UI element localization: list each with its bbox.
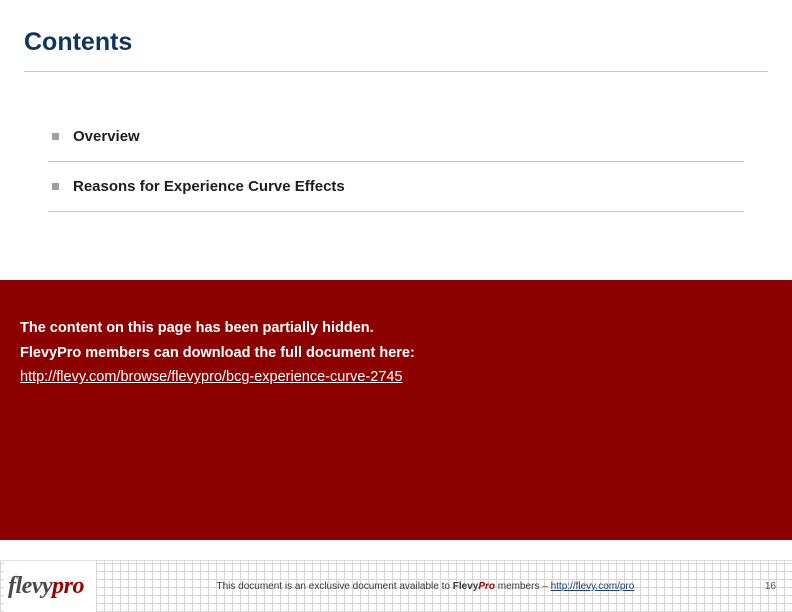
footer-mid-text: members – bbox=[495, 581, 551, 592]
footer-link[interactable]: http://flevy.com/pro bbox=[551, 581, 635, 592]
footer-bar: flevypro This document is an exclusive d… bbox=[0, 560, 792, 612]
hidden-text-line1: The content on this page has been partia… bbox=[20, 316, 772, 341]
list-item-label: Reasons for Experience Curve Effects bbox=[73, 178, 345, 195]
list-item: Reasons for Experience Curve Effects bbox=[48, 162, 744, 212]
square-bullet-icon bbox=[52, 133, 59, 140]
footer-brand2: Pro bbox=[478, 581, 495, 592]
logo-part2: pro bbox=[52, 573, 84, 599]
download-link[interactable]: http://flevy.com/browse/flevypro/bcg-exp… bbox=[20, 369, 403, 385]
hidden-content-panel: The content on this page has been partia… bbox=[0, 280, 792, 540]
logo-part1: flevy bbox=[8, 573, 52, 599]
page-title: Contents bbox=[24, 28, 768, 57]
footer-text: This document is an exclusive document a… bbox=[96, 581, 755, 592]
footer-logo-wrap: flevypro bbox=[4, 561, 96, 612]
hidden-text-line2: FlevyPro members can download the full d… bbox=[20, 341, 772, 366]
square-bullet-icon bbox=[52, 183, 59, 190]
page-number: 16 bbox=[755, 581, 776, 592]
footer-prefix: This document is an exclusive document a… bbox=[217, 581, 453, 592]
list-item-label: Overview bbox=[73, 128, 140, 145]
brand-logo: flevypro bbox=[8, 573, 84, 600]
footer-brand1: Flevy bbox=[453, 581, 479, 592]
contents-list: Overview Reasons for Experience Curve Ef… bbox=[0, 72, 792, 212]
list-item: Overview bbox=[48, 112, 744, 162]
page-header: Contents bbox=[0, 0, 792, 63]
